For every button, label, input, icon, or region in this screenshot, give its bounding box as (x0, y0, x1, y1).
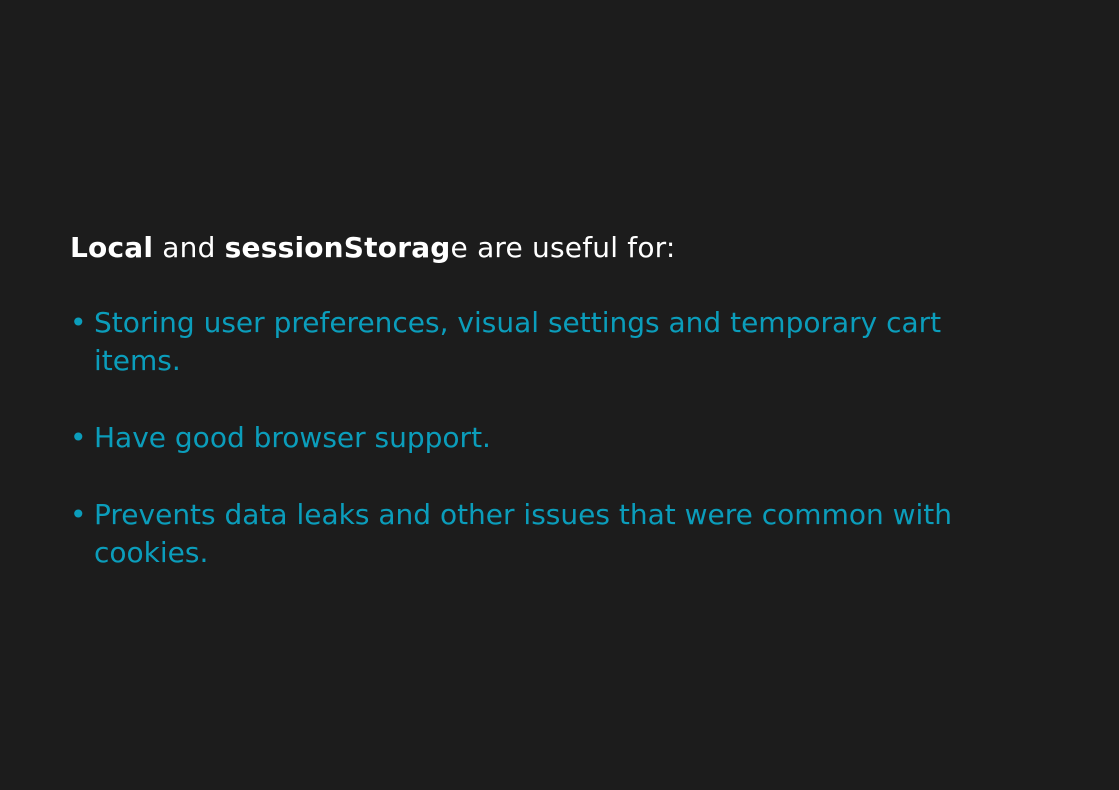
intro-rest: e are useful for: (450, 231, 676, 264)
bullet-text: Prevents data leaks and other issues tha… (94, 498, 953, 569)
list-item: • Storing user preferences, visual setti… (70, 304, 1030, 380)
intro-and: and (153, 231, 225, 264)
intro-line: Local and sessionStorage are useful for: (70, 226, 676, 270)
slide: Local and sessionStorage are useful for:… (0, 0, 1119, 790)
bullet-text: Have good browser support. (94, 421, 491, 454)
bullet-dot-icon: • (70, 421, 87, 454)
list-item: • Have good browser support. (70, 419, 1030, 457)
bullet-text: Storing user preferences, visual setting… (94, 306, 942, 377)
intro-local: Local (70, 231, 154, 264)
intro-session-storage: sessionStorag (224, 231, 451, 264)
bullet-list: • Storing user preferences, visual setti… (70, 304, 1030, 611)
bullet-dot-icon: • (70, 306, 87, 339)
bullet-dot-icon: • (70, 498, 87, 531)
list-item: • Prevents data leaks and other issues t… (70, 496, 1030, 572)
